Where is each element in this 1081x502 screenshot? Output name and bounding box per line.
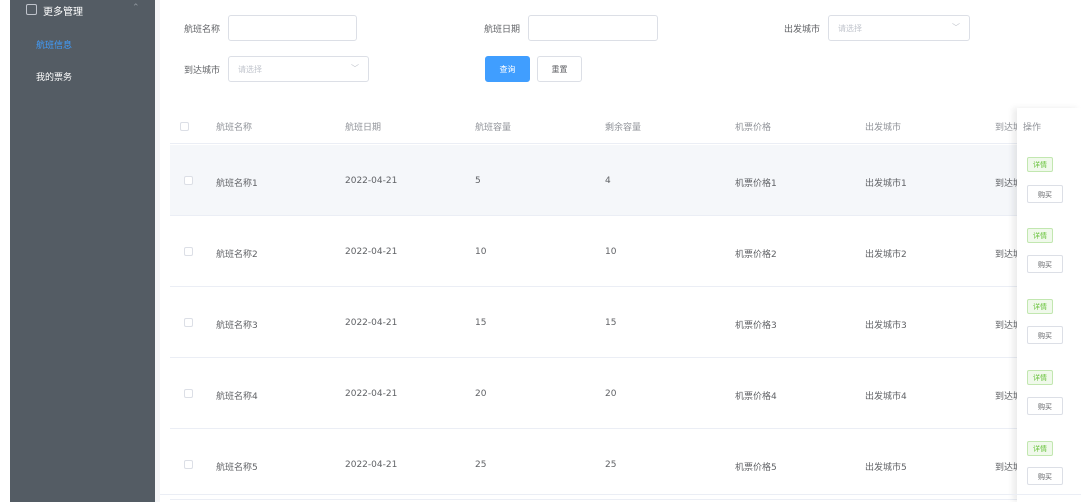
arrive-city-placeholder: 请选择 — [238, 65, 262, 74]
sidebar-item-label: 航班信息 — [36, 41, 73, 51]
flight-date-input[interactable] — [528, 15, 658, 41]
table-row[interactable]: 航班名称5 2022-04-21 25 25 机票价格5 出发城市5 到达城市5 — [170, 429, 1081, 500]
header-operations: 操作 — [1023, 123, 1042, 133]
flight-name-input[interactable] — [228, 15, 357, 41]
cell-depart-city: 出发城市5 — [865, 463, 907, 473]
detail-button[interactable]: 详情 — [1027, 299, 1053, 314]
arrive-city-select[interactable]: 请选择 ﹀ — [228, 56, 369, 82]
cell-price: 机票价格4 — [735, 392, 777, 402]
cell-price: 机票价格5 — [735, 463, 777, 473]
cell-price: 机票价格3 — [735, 321, 777, 331]
depart-city-placeholder: 请选择 — [838, 24, 862, 33]
detail-button[interactable]: 详情 — [1027, 441, 1053, 456]
buy-button[interactable]: 购买 — [1027, 185, 1063, 203]
arrive-city-label: 到达城市 — [184, 66, 221, 76]
chevron-down-icon: ﹀ — [351, 64, 359, 73]
cell-depart-city: 出发城市4 — [865, 392, 907, 402]
sidebar-item-flight-info[interactable]: 航班信息 — [10, 33, 155, 55]
detail-button[interactable]: 详情 — [1027, 370, 1053, 385]
cell-flight-date: 2022-04-21 — [345, 318, 398, 328]
table-row[interactable]: 航班名称1 2022-04-21 5 4 机票价格1 出发城市1 到达城市1 — [170, 145, 1081, 216]
row-checkbox[interactable] — [184, 247, 193, 256]
cell-capacity: 15 — [475, 318, 487, 328]
cell-flight-name: 航班名称1 — [216, 179, 258, 189]
depart-city-select[interactable]: 请选择 ﹀ — [828, 15, 970, 41]
cell-capacity: 20 — [475, 389, 487, 399]
buy-button[interactable]: 购买 — [1027, 326, 1063, 344]
chevron-down-icon: ﹀ — [952, 23, 960, 32]
header-flight-name: 航班名称 — [216, 123, 253, 133]
cell-depart-city: 出发城市1 — [865, 179, 907, 189]
header-remaining: 剩余容量 — [605, 123, 642, 133]
sidebar-item-label: 我的票务 — [36, 73, 73, 83]
operations-column: 操作 详情 购买 详情 购买 详情 购买 详情 购买 详情 购买 — [1017, 108, 1081, 502]
sidebar-item-my-tickets[interactable]: 我的票务 — [10, 65, 155, 87]
table-row[interactable]: 航班名称4 2022-04-21 20 20 机票价格4 出发城市4 到达城市4 — [170, 358, 1081, 429]
cell-price: 机票价格1 — [735, 179, 777, 189]
cell-capacity: 10 — [475, 247, 487, 257]
cell-capacity: 25 — [475, 460, 487, 470]
cell-flight-name: 航班名称2 — [216, 250, 258, 260]
cell-flight-name: 航班名称4 — [216, 392, 258, 402]
header-price: 机票价格 — [735, 123, 772, 133]
table-row[interactable]: 航班名称3 2022-04-21 15 15 机票价格3 出发城市3 到达城市3 — [170, 287, 1081, 358]
chevron-up-icon: ⌃ — [132, 3, 140, 13]
depart-city-label: 出发城市 — [784, 25, 821, 35]
cell-remaining: 10 — [605, 247, 617, 257]
row-checkbox[interactable] — [184, 318, 193, 327]
cell-flight-date: 2022-04-21 — [345, 176, 398, 186]
cell-remaining: 4 — [605, 176, 611, 186]
main-content: 航班名称 航班日期 出发城市 请选择 ﹀ 到达城市 请选择 ﹀ 查询 重置 航班… — [160, 0, 1081, 502]
cell-remaining: 15 — [605, 318, 617, 328]
sidebar-group-more-management[interactable]: 更多管理 ⌃ — [10, 0, 155, 22]
row-checkbox[interactable] — [184, 176, 193, 185]
flight-date-label: 航班日期 — [484, 25, 521, 35]
cell-flight-name: 航班名称5 — [216, 463, 258, 473]
row-checkbox[interactable] — [184, 389, 193, 398]
menu-square-icon — [26, 4, 37, 15]
buy-button[interactable]: 购买 — [1027, 467, 1063, 485]
buy-button[interactable]: 购买 — [1027, 397, 1063, 415]
cell-flight-date: 2022-04-21 — [345, 247, 398, 257]
row-checkbox[interactable] — [184, 460, 193, 469]
left-edge — [0, 0, 10, 502]
sidebar: 更多管理 ⌃ 航班信息 我的票务 — [10, 0, 155, 502]
cell-depart-city: 出发城市2 — [865, 250, 907, 260]
cell-depart-city: 出发城市3 — [865, 321, 907, 331]
cell-capacity: 5 — [475, 176, 481, 186]
search-button[interactable]: 查询 — [485, 56, 530, 82]
detail-button[interactable]: 详情 — [1027, 157, 1053, 172]
cell-flight-name: 航班名称3 — [216, 321, 258, 331]
cell-flight-date: 2022-04-21 — [345, 460, 398, 470]
cell-price: 机票价格2 — [735, 250, 777, 260]
header-flight-date: 航班日期 — [345, 123, 382, 133]
table-row[interactable]: 航班名称2 2022-04-21 10 10 机票价格2 出发城市2 到达城市2 — [170, 216, 1081, 287]
header-depart-city: 出发城市 — [865, 123, 902, 133]
flight-table: 航班名称 航班日期 航班容量 剩余容量 机票价格 出发城市 到达城市 航班名称1… — [170, 108, 1081, 502]
select-all-checkbox[interactable] — [180, 122, 189, 131]
header-capacity: 航班容量 — [475, 123, 512, 133]
detail-button[interactable]: 详情 — [1027, 228, 1053, 243]
buy-button[interactable]: 购买 — [1027, 255, 1063, 273]
cell-flight-date: 2022-04-21 — [345, 389, 398, 399]
cell-remaining: 25 — [605, 460, 617, 470]
table-bottom-border — [160, 494, 1081, 495]
table-header: 航班名称 航班日期 航班容量 剩余容量 机票价格 出发城市 到达城市 — [170, 108, 1081, 144]
flight-name-label: 航班名称 — [184, 25, 221, 35]
sidebar-group-label: 更多管理 — [43, 7, 83, 18]
reset-button[interactable]: 重置 — [537, 56, 582, 82]
cell-remaining: 20 — [605, 389, 617, 399]
